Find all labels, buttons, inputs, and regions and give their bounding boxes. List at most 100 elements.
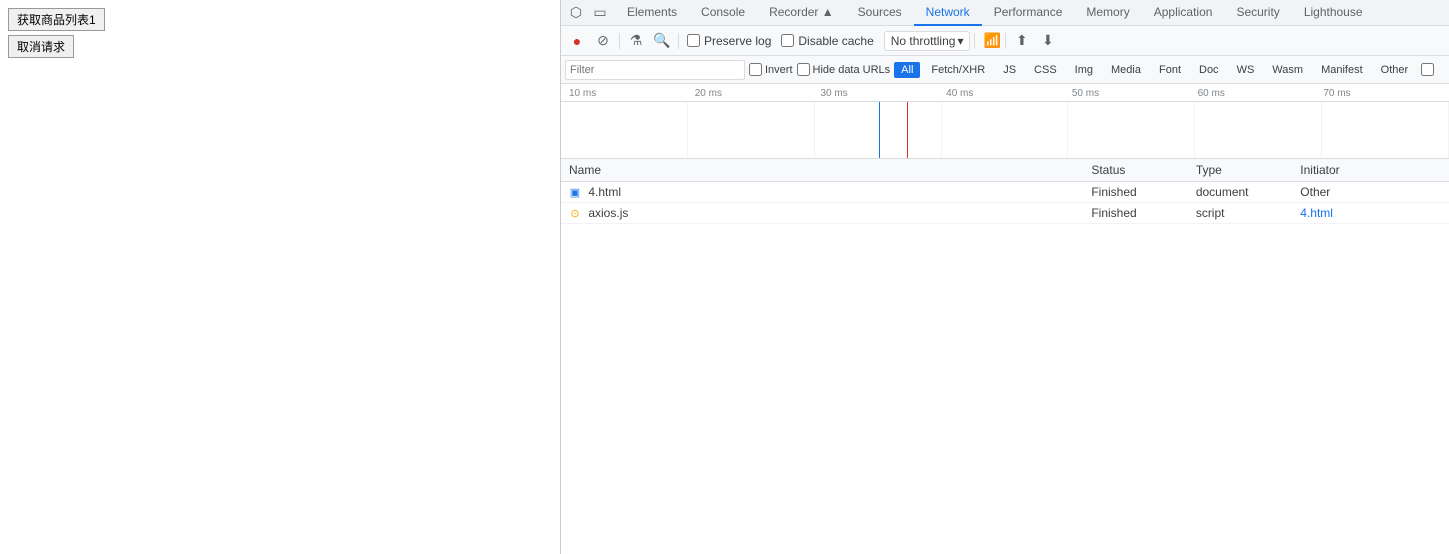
search-button[interactable]: 🔍 (650, 29, 674, 53)
cancel-request-button[interactable]: 取消请求 (8, 35, 74, 58)
initiator-link[interactable]: 4.html (1300, 206, 1333, 220)
network-toolbar: ● ⊘ ⚗ 🔍 Preserve log Disable cache No th… (561, 26, 1449, 56)
page-content: 获取商品列表1 取消请求 (0, 0, 560, 554)
preserve-log-checkbox[interactable]: Preserve log (683, 34, 775, 48)
devtools-tab-bar: ⬡ ▭ Elements Console Recorder ▲ Sources … (561, 0, 1449, 26)
throttling-select[interactable]: No throttling ▾ (884, 31, 971, 51)
invert-input[interactable] (749, 63, 762, 76)
devtools-panel: ⬡ ▭ Elements Console Recorder ▲ Sources … (560, 0, 1449, 554)
timeline-tick-10: 10 ms (569, 88, 695, 101)
network-timeline: 10 ms 20 ms 30 ms 40 ms 50 ms 60 ms 70 m… (561, 84, 1449, 159)
col-header-type[interactable]: Type (1188, 159, 1292, 182)
filter-type-extra-checkbox[interactable] (1421, 63, 1434, 76)
row-name-html: ▣ 4.html (561, 182, 1083, 203)
export-button[interactable]: ⬇ (1036, 29, 1060, 53)
timeline-tick-40: 40 ms (946, 88, 1072, 101)
preserve-log-label: Preserve log (704, 34, 771, 48)
timeline-grid (561, 102, 1449, 159)
col-header-status[interactable]: Status (1083, 159, 1187, 182)
filter-type-other[interactable]: Other (1374, 62, 1416, 78)
row-filename-js: axios.js (588, 206, 628, 220)
timeline-grid-col-7 (1322, 102, 1449, 159)
tab-memory[interactable]: Memory (1074, 0, 1141, 26)
js-file-icon: ⊙ (569, 208, 581, 220)
filter-type-css[interactable]: CSS (1027, 62, 1064, 78)
network-table: Name Status Type Initiator ▣ 4.html Fini… (561, 159, 1449, 224)
toolbar-separator-3 (974, 33, 975, 49)
col-header-initiator[interactable]: Initiator (1292, 159, 1449, 182)
disable-cache-label: Disable cache (798, 34, 873, 48)
network-request-list: Name Status Type Initiator ▣ 4.html Fini… (561, 159, 1449, 554)
timeline-grid-col-5 (1068, 102, 1195, 159)
tab-lighthouse[interactable]: Lighthouse (1292, 0, 1375, 26)
tab-elements[interactable]: Elements (615, 0, 689, 26)
get-products-button[interactable]: 获取商品列表1 (8, 8, 105, 31)
row-filename-html: 4.html (588, 185, 621, 199)
filter-toggle-button[interactable]: ⚗ (624, 29, 648, 53)
row-name-js: ⊙ axios.js (561, 203, 1083, 224)
row-type-html: document (1188, 182, 1292, 203)
wifi-icon: 📶 (983, 32, 1000, 49)
col-header-name[interactable]: Name (561, 159, 1083, 182)
timeline-marker-blue (879, 102, 880, 159)
tab-recorder[interactable]: Recorder ▲ (757, 0, 846, 26)
device-icon[interactable]: ▭ (589, 2, 611, 24)
timeline-tick-60: 60 ms (1198, 88, 1324, 101)
tab-icon-group: ⬡ ▭ (561, 2, 615, 24)
tab-performance[interactable]: Performance (982, 0, 1075, 26)
filter-type-manifest[interactable]: Manifest (1314, 62, 1370, 78)
toolbar-separator-2 (678, 33, 679, 49)
timeline-tick-50: 50 ms (1072, 88, 1198, 101)
import-button[interactable]: ⬆ (1010, 29, 1034, 53)
timeline-grid-col-4 (942, 102, 1069, 159)
hide-data-urls-input[interactable] (797, 63, 810, 76)
row-initiator-html: Other (1292, 182, 1449, 203)
timeline-ruler: 10 ms 20 ms 30 ms 40 ms 50 ms 60 ms 70 m… (561, 84, 1449, 102)
table-row[interactable]: ▣ 4.html Finished document Other (561, 182, 1449, 203)
tab-sources[interactable]: Sources (846, 0, 914, 26)
hide-data-urls-label: Hide data URLs (813, 64, 891, 76)
row-initiator-js[interactable]: 4.html (1292, 203, 1449, 224)
timeline-body (561, 102, 1449, 159)
filter-type-js[interactable]: JS (996, 62, 1023, 78)
timeline-marker-red (907, 102, 908, 159)
filter-type-wasm[interactable]: Wasm (1265, 62, 1310, 78)
filter-type-fetch-xhr[interactable]: Fetch/XHR (924, 62, 992, 78)
row-type-js: script (1188, 203, 1292, 224)
hide-data-urls-checkbox[interactable]: Hide data URLs (797, 63, 891, 76)
preserve-log-input[interactable] (687, 34, 700, 47)
table-header-row: Name Status Type Initiator (561, 159, 1449, 182)
timeline-grid-col-1 (561, 102, 688, 159)
filter-input[interactable] (565, 60, 745, 80)
row-status-js: Finished (1083, 203, 1187, 224)
toolbar-separator-4 (1005, 33, 1006, 49)
inspect-icon[interactable]: ⬡ (565, 2, 587, 24)
filter-type-ws[interactable]: WS (1230, 62, 1262, 78)
row-status-html: Finished (1083, 182, 1187, 203)
table-row[interactable]: ⊙ axios.js Finished script 4.html (561, 203, 1449, 224)
filter-type-all[interactable]: All (894, 62, 920, 78)
disable-cache-checkbox[interactable]: Disable cache (777, 34, 877, 48)
timeline-tick-30: 30 ms (820, 88, 946, 101)
timeline-grid-col-2 (688, 102, 815, 159)
filter-type-font[interactable]: Font (1152, 62, 1188, 78)
tab-security[interactable]: Security (1224, 0, 1291, 26)
timeline-tick-70: 70 ms (1323, 88, 1449, 101)
stop-button[interactable]: ⊘ (591, 29, 615, 53)
disable-cache-input[interactable] (781, 34, 794, 47)
filter-type-media[interactable]: Media (1104, 62, 1148, 78)
record-button[interactable]: ● (565, 29, 589, 53)
throttling-dropdown-icon: ▾ (957, 34, 963, 48)
invert-checkbox[interactable]: Invert (749, 63, 793, 76)
tab-application[interactable]: Application (1142, 0, 1225, 26)
filter-type-doc[interactable]: Doc (1192, 62, 1226, 78)
throttling-value: No throttling (891, 34, 956, 48)
timeline-grid-col-6 (1195, 102, 1322, 159)
timeline-tick-20: 20 ms (695, 88, 821, 101)
toolbar-separator-1 (619, 33, 620, 49)
filter-type-img[interactable]: Img (1068, 62, 1100, 78)
network-filter-bar: Invert Hide data URLs All Fetch/XHR JS C… (561, 56, 1449, 84)
tab-console[interactable]: Console (689, 0, 757, 26)
html-file-icon: ▣ (569, 187, 581, 199)
tab-network[interactable]: Network (914, 0, 982, 26)
